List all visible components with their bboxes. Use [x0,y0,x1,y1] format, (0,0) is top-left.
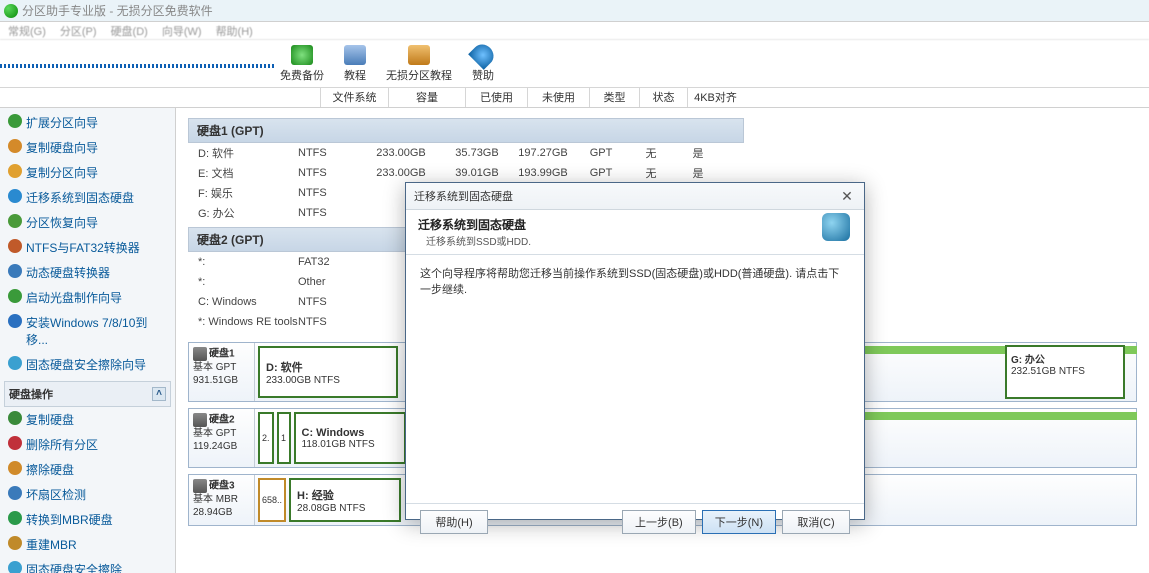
wizard-icon [8,114,22,128]
next-button[interactable]: 下一步(N) [702,510,776,534]
menu-general[interactable]: 常规(G) [8,23,46,39]
menu-disk[interactable]: 硬盘(D) [111,23,148,39]
dialog-title: 迁移系统到固态硬盘 [414,188,513,204]
col-status: 状态 [639,88,687,107]
help-button[interactable]: 帮助(H) [420,510,488,534]
wizard-icon [8,239,22,253]
wizard-icon [8,289,22,303]
sidebar-op-item[interactable]: 擦除硬盘 [4,457,171,482]
sidebar-wizard-item[interactable]: 复制分区向导 [4,160,171,185]
dialog-body-text: 这个向导程序将帮助您迁移当前操作系统到SSD(固态硬盘)或HDD(普通硬盘). … [420,265,850,297]
menu-partition[interactable]: 分区(P) [60,23,97,39]
dialog-heading: 迁移系统到固态硬盘 [418,216,852,233]
toolbar-sponsor[interactable]: 赞助 [472,45,494,83]
sidebar-section-diskops[interactable]: 硬盘操作 ˄ [4,381,171,407]
op-icon [8,561,22,573]
partition-row[interactable]: E: 文档NTFS233.00GB39.01GB193.99GBGPT无是 [188,163,1137,183]
op-icon [8,486,22,500]
sidebar-wizard-item[interactable]: 扩展分区向导 [4,110,171,135]
wizard-icon [8,356,22,370]
backup-icon [291,45,313,65]
cancel-button[interactable]: 取消(C) [782,510,850,534]
app-icon [4,4,18,18]
heart-icon [468,40,498,70]
sidebar-wizard-item[interactable]: 分区恢复向导 [4,210,171,235]
sidebar-wizard-item[interactable]: 固态硬盘安全擦除向导 [4,352,171,377]
chevron-up-icon[interactable]: ˄ [152,387,166,401]
sidebar-op-item[interactable]: 删除所有分区 [4,432,171,457]
op-icon [8,436,22,450]
disk-icon [193,347,207,361]
sidebar-op-item[interactable]: 复制硬盘 [4,407,171,432]
col-used: 已使用 [465,88,527,107]
wizard-icon [8,189,22,203]
wizard-icon [8,139,22,153]
col-fs: 文件系统 [320,88,388,107]
disk1-seg-d[interactable]: D: 软件 233.00GB NTFS [258,346,398,398]
sidebar-wizard-item[interactable]: 启动光盘制作向导 [4,285,171,310]
wizard-icon [8,164,22,178]
sidebar-op-item[interactable]: 固态硬盘安全擦除 [4,557,171,573]
sidebar-op-item[interactable]: 重建MBR [4,532,171,557]
disk2-badge: 硬盘2 基本 GPT119.24GB [189,409,255,467]
toolbar-backup[interactable]: 免费备份 [280,45,324,83]
column-headers: 文件系统 容量 已使用 未使用 类型 状态 4KB对齐 [0,88,1149,108]
sidebar-wizard-item[interactable]: 动态硬盘转换器 [4,260,171,285]
disk3-badge: 硬盘3 基本 MBR28.94GB [189,475,255,525]
col-capacity: 容量 [388,88,465,107]
sidebar: 扩展分区向导复制硬盘向导复制分区向导迁移系统到固态硬盘分区恢复向导NTFS与FA… [0,108,176,573]
sidebar-op-item[interactable]: 转换到MBR硬盘 [4,507,171,532]
disk2-seg-c[interactable]: C: Windows 118.01GB NTFS [294,412,406,464]
close-icon[interactable]: ✕ [838,187,856,205]
col-align: 4KB对齐 [687,88,743,107]
prev-button[interactable]: 上一步(B) [622,510,696,534]
dialog-subheading: 迁移系统到SSD或HDD. [418,233,852,248]
wizard-icon [8,214,22,228]
toolbar-lossless[interactable]: 无损分区教程 [386,45,452,83]
menu-bar[interactable]: 常规(G) 分区(P) 硬盘(D) 向导(W) 帮助(H) [0,22,1149,40]
wizard-icon [8,264,22,278]
op-icon [8,411,22,425]
col-free: 未使用 [527,88,589,107]
ssd-icon [822,213,850,241]
partition-row[interactable]: D: 软件NTFS233.00GB35.73GB197.27GBGPT无是 [188,143,1137,163]
op-icon [8,511,22,525]
op-icon [8,536,22,550]
menu-wizard[interactable]: 向导(W) [162,23,202,39]
disk-icon [193,479,207,493]
disk1-seg-g[interactable]: G: 办公 232.51GB NTFS [1005,345,1125,399]
disk3-seg-tiny[interactable]: 658.. [258,478,286,522]
disk2-seg-tiny1[interactable]: 2. [258,412,274,464]
migrate-os-dialog: 迁移系统到固态硬盘 ✕ 迁移系统到固态硬盘 迁移系统到SSD或HDD. 这个向导… [405,182,865,520]
sidebar-wizard-item[interactable]: 迁移系统到固态硬盘 [4,185,171,210]
sidebar-wizard-item[interactable]: 安装Windows 7/8/10到移... [4,310,171,352]
disk1-header[interactable]: 硬盘1 (GPT) [188,118,744,143]
col-type: 类型 [589,88,639,107]
sidebar-wizard-item[interactable]: 复制硬盘向导 [4,135,171,160]
window-title-bar: 分区助手专业版 - 无损分区免费软件 [0,0,1149,22]
disk-icon [193,413,207,427]
window-title: 分区助手专业版 - 无损分区免费软件 [22,2,213,19]
disk3-seg-h[interactable]: H: 经验 28.08GB NTFS [289,478,401,522]
toolbar: 免费备份 教程 无损分区教程 赞助 [0,40,1149,88]
menu-help[interactable]: 帮助(H) [216,23,253,39]
lossless-icon [408,45,430,65]
toolbar-accent [0,64,276,68]
sidebar-wizard-item[interactable]: NTFS与FAT32转换器 [4,235,171,260]
wizard-icon [8,314,22,328]
disk1-badge: 硬盘1 基本 GPT931.51GB [189,343,255,401]
toolbar-tutorial[interactable]: 教程 [344,45,366,83]
disk2-seg-tiny2[interactable]: 1 [277,412,291,464]
op-icon [8,461,22,475]
tutorial-icon [344,45,366,65]
sidebar-op-item[interactable]: 坏扇区检测 [4,482,171,507]
